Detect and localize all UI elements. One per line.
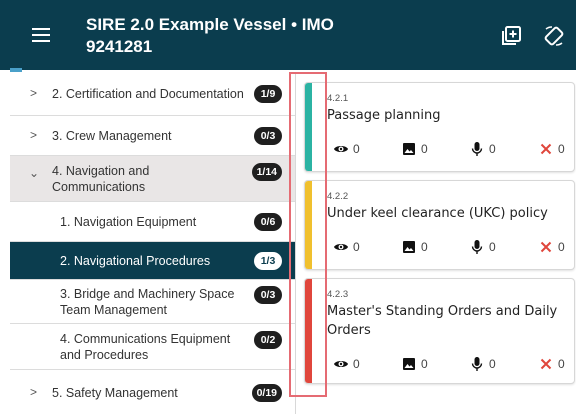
sidebar-item-label: 3. Crew Management bbox=[52, 129, 172, 143]
sidebar-item-navigation[interactable]: ⌄ 4. Navigation and Communications 1/14 bbox=[10, 156, 295, 202]
question-code: 4.2.1 bbox=[327, 93, 349, 104]
image-icon bbox=[403, 241, 415, 253]
sidebar-item-label: 2. Certification and Documentation bbox=[52, 87, 244, 101]
microphone-icon bbox=[471, 142, 483, 156]
sidebar-item-communications-equipment[interactable]: 4. Communications Equipment and Procedur… bbox=[10, 324, 295, 370]
sidebar-item-label: 3. Bridge and Machinery Space Team Manag… bbox=[60, 287, 235, 317]
image-icon bbox=[403, 143, 415, 155]
sidebar-item-bridge-team-management[interactable]: 3. Bridge and Machinery Space Team Manag… bbox=[10, 280, 295, 324]
sidebar-item-navigational-procedures[interactable]: 2. Navigational Procedures 1/3 bbox=[10, 242, 295, 280]
question-card-4-2-3[interactable]: 4.2.3 Master's Standing Orders and Daily… bbox=[304, 278, 575, 384]
question-card-4-2-1[interactable]: 4.2.1 Passage planning 0 0 0 0 bbox=[304, 82, 575, 172]
menu-icon[interactable] bbox=[32, 28, 50, 42]
add-square-icon[interactable] bbox=[500, 25, 522, 47]
chevron-right-icon: > bbox=[30, 86, 38, 100]
page-title: SIRE 2.0 Example Vessel • IMO 9241281 bbox=[86, 15, 334, 56]
chevron-right-icon: > bbox=[30, 128, 38, 142]
sidebar-item-safety-management[interactable]: > 5. Safety Management 0/19 bbox=[10, 370, 295, 414]
sidebar-item-label: 2. Navigational Procedures bbox=[60, 254, 211, 268]
sidebar-item-crew-management[interactable]: > 3. Crew Management 0/3 bbox=[10, 116, 295, 156]
question-code: 4.2.2 bbox=[327, 191, 349, 202]
close-icon bbox=[540, 241, 552, 253]
question-title: Master's Standing Orders and Daily Order… bbox=[327, 304, 558, 338]
chevron-down-icon: ⌄ bbox=[29, 166, 40, 180]
progress-badge: 0/19 bbox=[251, 384, 282, 402]
status-bar bbox=[305, 83, 312, 171]
eye-icon bbox=[334, 146, 348, 152]
eye-icon bbox=[334, 244, 348, 250]
microphone-icon bbox=[471, 240, 483, 254]
sidebar-item-navigation-equipment[interactable]: 1. Navigation Equipment 0/6 bbox=[10, 202, 295, 242]
sidebar-item-label: 4. Navigation and Communications bbox=[52, 164, 150, 194]
chevron-right-icon: > bbox=[30, 385, 38, 399]
progress-badge: 0/2 bbox=[254, 331, 282, 349]
sidebar-item-label: 5. Safety Management bbox=[52, 386, 178, 400]
sidebar-item-label: 1. Navigation Equipment bbox=[60, 215, 197, 229]
status-bar bbox=[305, 279, 312, 383]
question-title: Passage planning bbox=[327, 108, 441, 123]
app-header: SIRE 2.0 Example Vessel • IMO 9241281 bbox=[0, 0, 576, 70]
question-title: Under keel clearance (UKC) policy bbox=[327, 206, 548, 221]
image-icon bbox=[403, 358, 415, 370]
progress-badge: 0/3 bbox=[254, 286, 282, 304]
microphone-icon bbox=[471, 357, 483, 371]
progress-badge: 0/3 bbox=[254, 127, 282, 145]
question-card-4-2-2[interactable]: 4.2.2 Under keel clearance (UKC) policy … bbox=[304, 180, 575, 270]
status-bar bbox=[305, 181, 312, 269]
rotate-icon[interactable] bbox=[543, 25, 565, 47]
question-code: 4.2.3 bbox=[327, 289, 349, 300]
close-icon bbox=[540, 358, 552, 370]
progress-badge: 1/3 bbox=[254, 252, 282, 270]
sidebar-item-certification[interactable]: > 2. Certification and Documentation 1/9 bbox=[10, 72, 295, 116]
eye-icon bbox=[334, 361, 348, 367]
progress-badge: 0/6 bbox=[254, 213, 282, 231]
progress-badge: 1/9 bbox=[254, 85, 282, 103]
progress-badge: 1/14 bbox=[251, 163, 282, 181]
sidebar-item-label: 4. Communications Equipment and Procedur… bbox=[60, 332, 231, 362]
close-icon bbox=[540, 143, 552, 155]
sidebar: > 2. Certification and Documentation 1/9… bbox=[10, 72, 296, 414]
